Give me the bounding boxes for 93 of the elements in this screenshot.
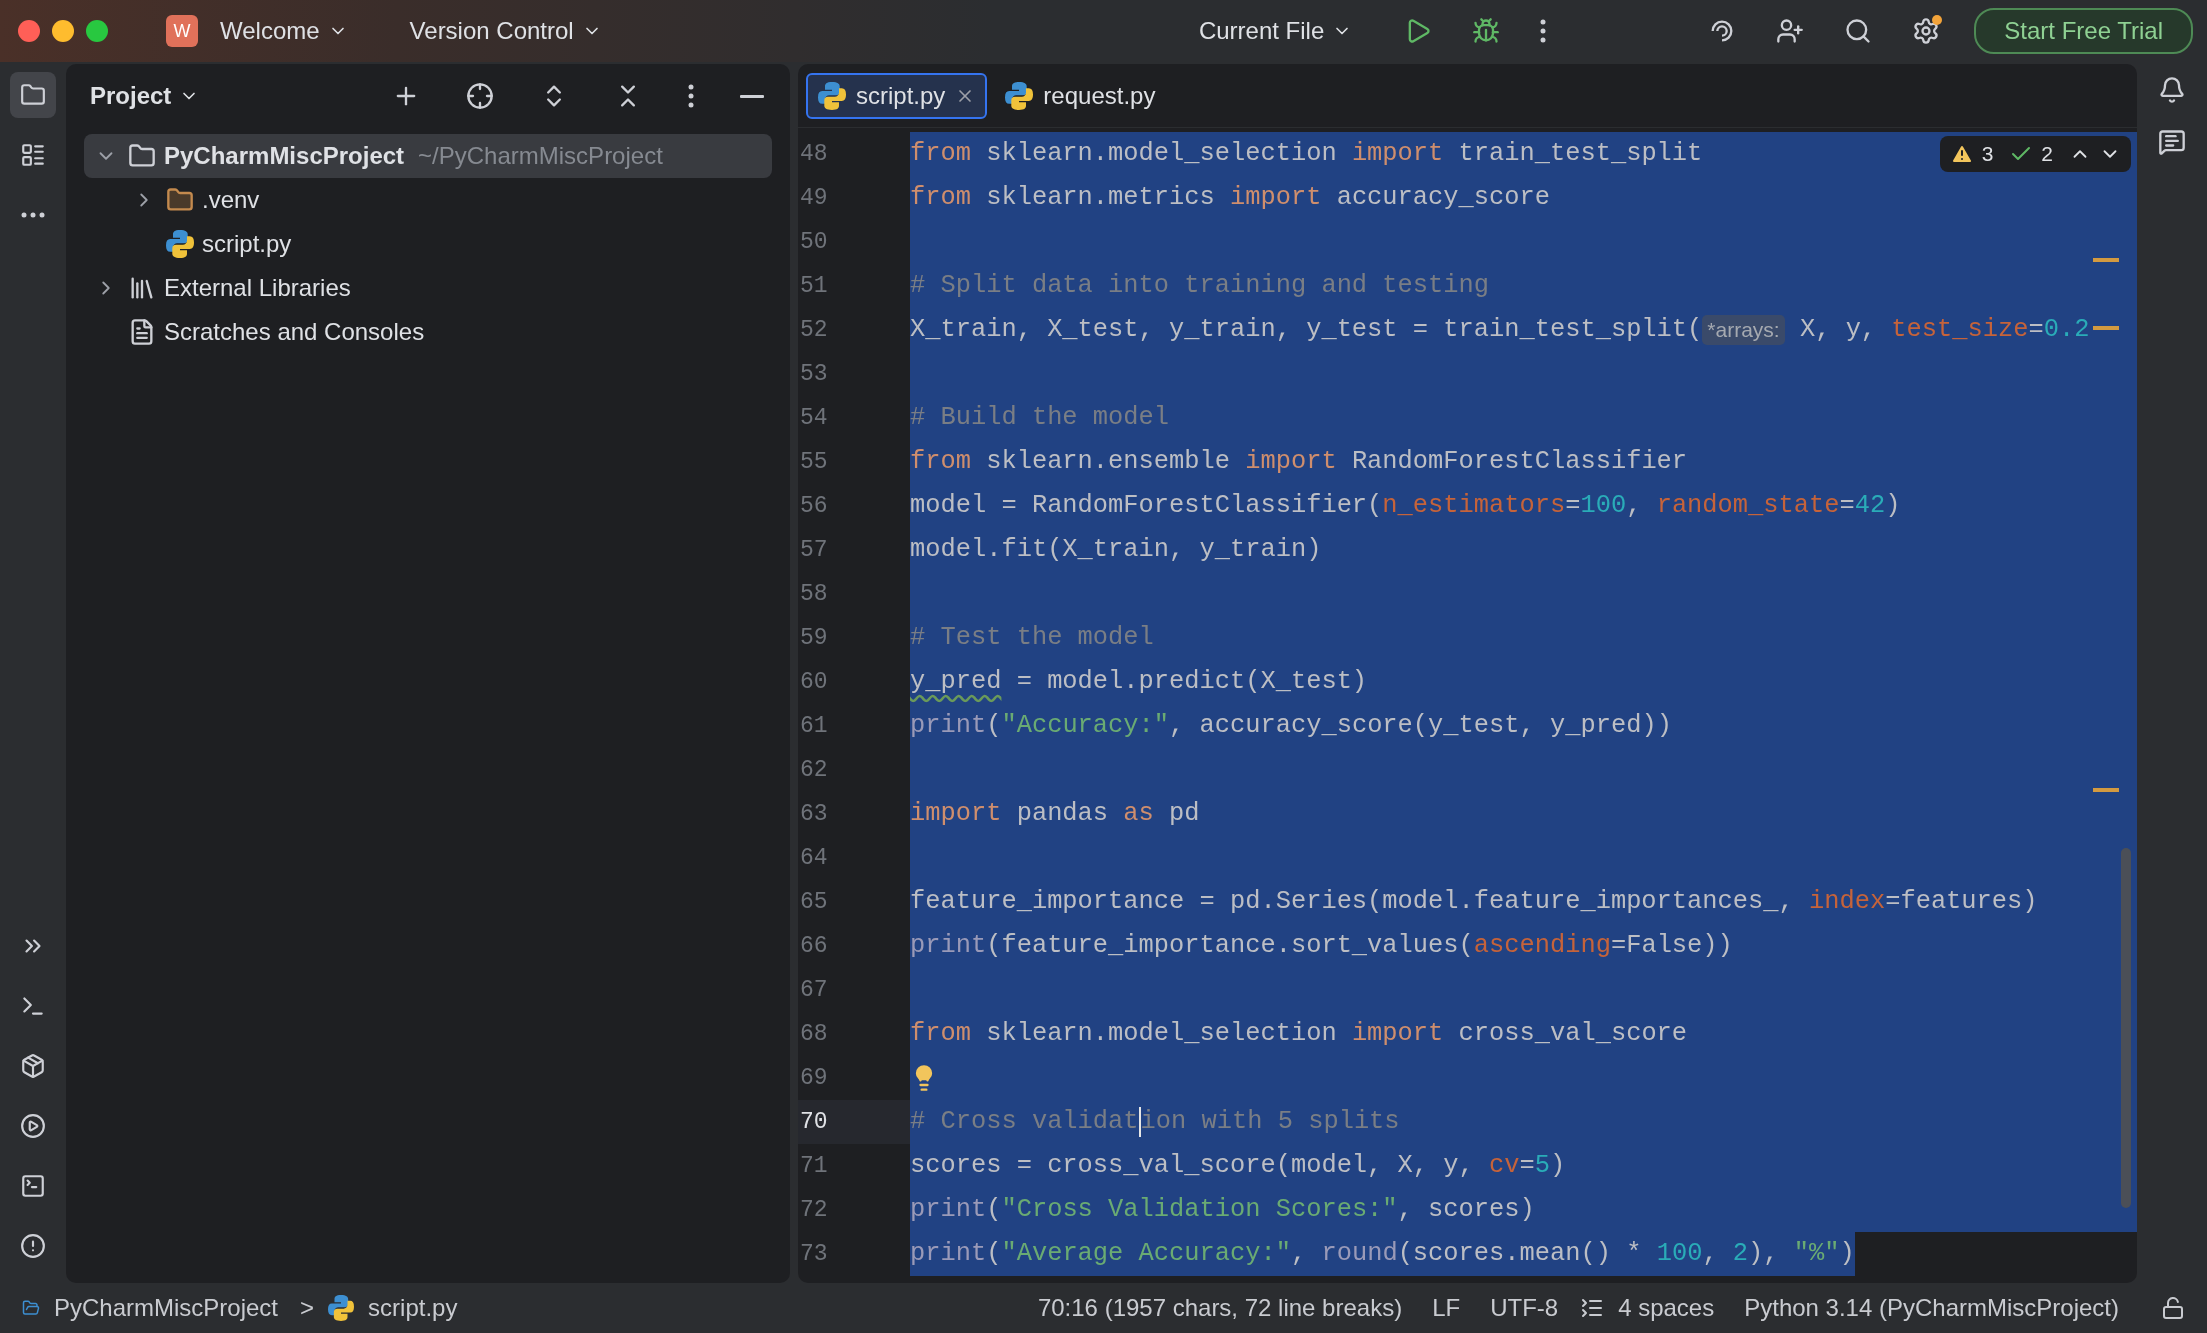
chat-icon[interactable] — [2158, 128, 2186, 156]
line-number: 63 — [799, 800, 829, 829]
line-number: 58 — [799, 580, 829, 609]
python-icon — [328, 1295, 355, 1321]
more-icon — [1540, 19, 1547, 43]
folder-icon — [20, 82, 46, 108]
project-menu[interactable]: Welcome — [210, 11, 358, 51]
line-number: 48 — [799, 140, 829, 169]
code-editor[interactable] — [798, 64, 2137, 1283]
line-number: 55 — [799, 448, 829, 477]
line-number: 73 — [799, 1240, 829, 1269]
line-number: 62 — [799, 756, 829, 785]
line-number: 61 — [799, 712, 829, 741]
close-light[interactable] — [18, 20, 40, 42]
tree-label: .venv — [202, 186, 260, 214]
line-number: 69 — [799, 1064, 829, 1093]
line-number: 71 — [799, 1152, 829, 1181]
tree-item[interactable]: script.py — [84, 222, 772, 266]
line-number: 65 — [799, 888, 829, 917]
bug-icon — [1472, 17, 1501, 45]
indent-icon — [1580, 1296, 1605, 1320]
zoom-light[interactable] — [86, 20, 108, 42]
package-icon — [20, 1053, 46, 1079]
add-user-icon — [1776, 17, 1805, 45]
tree-item[interactable]: PyCharmMiscProject ~/PyCharmMiscProject — [84, 134, 772, 178]
line-number: 54 — [799, 404, 829, 433]
line-number: 53 — [799, 360, 829, 389]
interpreter[interactable]: Python 3.14 (PyCharmMiscProject) — [1736, 1294, 2127, 1322]
run-config-menu[interactable]: Current File — [1188, 11, 1363, 51]
settings-icon — [1912, 17, 1941, 45]
breadcrumb[interactable]: PyCharmMiscProject — [54, 1294, 287, 1322]
weak-warning-count: 2 — [2041, 142, 2053, 166]
search-icon — [1844, 17, 1873, 45]
alert-icon — [20, 1233, 46, 1259]
minus-icon — [740, 94, 764, 98]
line-ending[interactable]: LF — [1424, 1294, 1469, 1322]
project-badge: W — [166, 15, 198, 47]
folder-icon — [166, 186, 194, 214]
breadcrumb[interactable]: script.py — [368, 1294, 466, 1322]
tree-label: Scratches and Consoles — [164, 318, 425, 346]
line-number: 56 — [799, 492, 829, 521]
update-dot — [1932, 15, 1943, 25]
line-number: 52 — [799, 316, 829, 345]
folder-icon — [128, 142, 156, 170]
line-number: 68 — [799, 1020, 829, 1049]
line-number: 60 — [799, 668, 829, 697]
line-number: 70 — [798, 1100, 910, 1144]
breadcrumb-separator: > — [300, 1294, 315, 1322]
line-number: 50 — [799, 228, 829, 257]
warning-count: 3 — [1981, 142, 1994, 166]
more-icon — [688, 84, 694, 108]
inspection-widget[interactable]: 3 2 — [1939, 136, 2131, 172]
line-number: 59 — [799, 624, 829, 653]
tab-label: request.py — [1043, 81, 1156, 110]
line-number: 51 — [799, 272, 829, 301]
line-number: 67 — [799, 976, 829, 1005]
tree-item[interactable]: .venv — [84, 178, 772, 222]
tree-label: script.py — [202, 230, 292, 258]
line-number: 72 — [799, 1196, 829, 1225]
play-circle-icon — [20, 1113, 46, 1139]
line-number: 49 — [799, 184, 829, 213]
path-hint: ~/PyCharmMiscProject — [418, 142, 663, 170]
tab-label: script.py — [856, 81, 946, 110]
line-number: 64 — [799, 844, 829, 873]
project-panel-title[interactable]: Project — [90, 82, 200, 110]
text-caret — [1138, 1107, 1141, 1137]
start-trial-button[interactable]: Start Free Trial — [1974, 8, 2193, 54]
minimize-light[interactable] — [52, 20, 74, 42]
file-encoding[interactable]: UTF-8 — [1482, 1294, 1567, 1322]
tool-window-button[interactable] — [10, 72, 56, 118]
indent-setting[interactable]: 4 spaces — [1618, 1294, 1723, 1322]
tree-item[interactable]: Scratches and Consoles — [84, 310, 772, 354]
editor-tab[interactable]: request.py — [993, 72, 1168, 119]
caret-position[interactable]: 70:16 (1957 chars, 72 line breaks) — [1029, 1294, 1411, 1322]
terminal-icon — [20, 1173, 46, 1199]
python-icon — [1005, 81, 1034, 110]
editor-tab[interactable]: script.py — [806, 72, 988, 119]
tree-label: PyCharmMiscProject — [164, 142, 405, 170]
tree-label: External Libraries — [164, 274, 351, 302]
more-icon — [21, 212, 45, 218]
scrollbar[interactable] — [2121, 848, 2131, 1208]
python-icon — [166, 230, 194, 258]
lock-icon[interactable] — [2161, 1296, 2185, 1320]
structure-icon — [20, 142, 46, 168]
tree-item[interactable]: External Libraries — [84, 266, 772, 310]
python-icon — [818, 81, 846, 110]
crosshair-icon — [466, 82, 494, 110]
module-icon — [22, 1299, 40, 1317]
notifications-icon[interactable] — [2158, 76, 2186, 104]
vcs-menu[interactable]: Version Control — [399, 11, 612, 51]
inlay-hint: *arrays: — [1702, 315, 1785, 345]
line-number: 57 — [799, 536, 829, 565]
line-number: 66 — [799, 932, 829, 961]
